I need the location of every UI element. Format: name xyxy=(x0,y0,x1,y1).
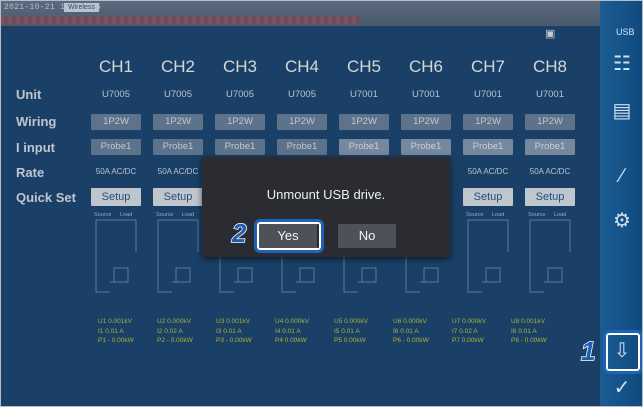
channel-icon[interactable]: ▤ xyxy=(606,95,638,127)
step1-highlight xyxy=(603,330,643,374)
wiring-icon[interactable]: ☷ xyxy=(606,48,638,80)
usb-label: USB xyxy=(616,27,635,37)
hold-icon[interactable]: ✓ xyxy=(606,372,638,404)
no-button[interactable]: No xyxy=(338,224,396,248)
step1-number: 1 xyxy=(580,335,596,367)
motor-icon[interactable]: ⚙ xyxy=(606,205,638,237)
dialog-message: Unmount USB drive. xyxy=(266,187,386,202)
efficiency-icon[interactable]: ∕ xyxy=(606,160,638,192)
measurement-screen: 2021-10-21 16:03:15 Wireless ▣ USB ☷ ▤ ∕… xyxy=(0,0,643,407)
step2-number: 2 xyxy=(231,217,247,249)
step2-highlight xyxy=(254,219,324,253)
